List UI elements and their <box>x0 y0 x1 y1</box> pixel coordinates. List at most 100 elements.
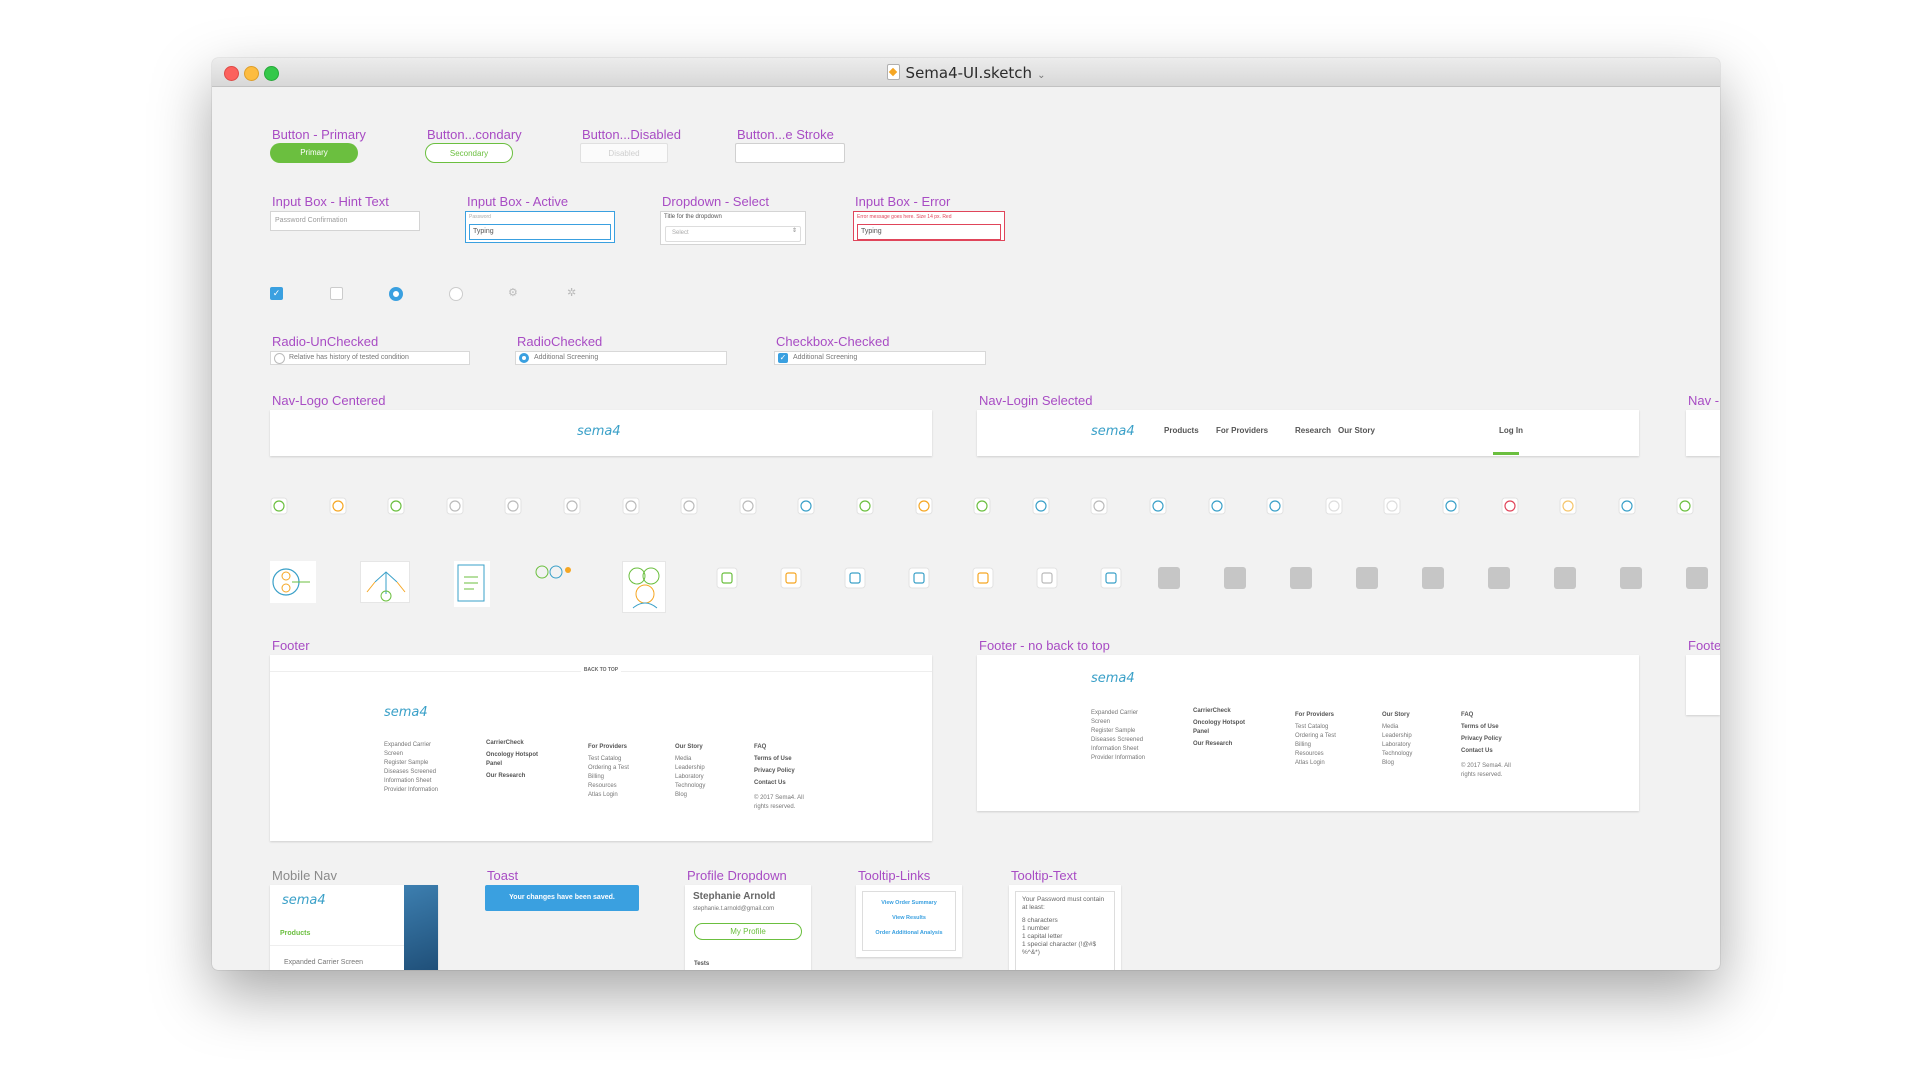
radio-unchecked-icon[interactable] <box>449 287 463 301</box>
minus-circle-icon[interactable] <box>387 497 405 515</box>
mobile-nav-logo[interactable]: sema4 <box>282 893 326 908</box>
footer-link[interactable]: Resources <box>1295 750 1351 759</box>
footer-link[interactable]: Media <box>1382 723 1432 732</box>
artboard-label-nav-cut[interactable]: Nav - wi <box>1688 393 1720 408</box>
key-icon[interactable] <box>972 567 994 589</box>
footer-link[interactable]: Oncology Hotspot Panel <box>486 751 546 769</box>
footer-link[interactable]: Information Sheet <box>384 777 444 786</box>
radio-checked-icon[interactable] <box>389 287 403 301</box>
artboard-canvas[interactable]: Button - Primary Primary Button...condar… <box>212 87 1720 970</box>
footer-logo[interactable]: sema4 <box>384 705 428 720</box>
artboard-label-nav-login[interactable]: Nav-Login Selected <box>979 393 1092 408</box>
artboard-label-button-secondary[interactable]: Button...condary <box>427 127 522 142</box>
checkbox-unchecked-icon[interactable] <box>330 287 343 300</box>
footer-link[interactable]: Billing <box>588 773 644 782</box>
footer-link[interactable]: Atlas Login <box>1295 759 1351 768</box>
profile-tests-link[interactable]: Tests <box>694 961 709 967</box>
gear-icon[interactable]: ✲ <box>567 286 576 299</box>
arrows-up-icon[interactable] <box>360 561 410 603</box>
mobile-nav-products[interactable]: Products <box>280 930 310 937</box>
artboard-label-tooltip-links[interactable]: Tooltip-Links <box>858 868 930 883</box>
artboard-label-button-primary[interactable]: Button - Primary <box>272 127 366 142</box>
footer-link[interactable]: Oncology Hotspot Panel <box>1193 719 1253 737</box>
location-icon[interactable] <box>1501 497 1519 515</box>
footer-heading[interactable]: FAQ <box>1461 711 1521 720</box>
artboard-label-radio-checked[interactable]: RadioChecked <box>517 334 602 349</box>
info-circle-icon[interactable] <box>504 497 522 515</box>
active-input[interactable]: Password Typing <box>465 211 615 243</box>
checkbox-checked-row[interactable]: ✓ Additional Screening <box>774 351 986 365</box>
footer-link[interactable]: Billing <box>1295 741 1351 750</box>
footer-link[interactable]: Expanded Carrier Screen <box>384 741 444 759</box>
document-title[interactable]: Sema4-UI.sketch ⌄ <box>212 64 1720 82</box>
footer-link[interactable]: Expanded Carrier Screen <box>1091 709 1151 727</box>
nav-item-for-providers[interactable]: For Providers <box>1216 426 1268 435</box>
footer-link[interactable]: Media <box>675 755 725 764</box>
artboard-label-checkbox-checked[interactable]: Checkbox-Checked <box>776 334 889 349</box>
molecule-icon[interactable] <box>534 561 574 583</box>
artboard-label-button-disabled[interactable]: Button...Disabled <box>582 127 681 142</box>
footer-link[interactable]: Laboratory <box>675 773 725 782</box>
footer-link[interactable]: Information Sheet <box>1091 745 1151 754</box>
artboard-label-radio-unchecked[interactable]: Radio-UnChecked <box>272 334 378 349</box>
artboard-label-profile-dropdown[interactable]: Profile Dropdown <box>687 868 787 883</box>
radio-unchecked-row[interactable]: Relative has history of tested condition <box>270 351 470 365</box>
artboard-label-dropdown[interactable]: Dropdown - Select <box>662 194 769 209</box>
artboard-label-input-error[interactable]: Input Box - Error <box>855 194 950 209</box>
footer-link[interactable]: Test Catalog <box>1295 723 1351 732</box>
add-circle-icon[interactable] <box>1442 497 1460 515</box>
check-gray-icon[interactable] <box>1554 567 1576 589</box>
plus-icon[interactable] <box>1149 497 1167 515</box>
footer-link[interactable]: Technology <box>675 782 725 791</box>
stroke-button[interactable] <box>735 143 845 163</box>
footer-logo[interactable]: sema4 <box>1091 671 1135 686</box>
search-icon[interactable] <box>1032 497 1050 515</box>
family-icon[interactable] <box>622 561 666 613</box>
sema4-logo[interactable]: sema4 <box>1091 424 1135 439</box>
home-icon[interactable] <box>973 497 991 515</box>
clipboard-icon[interactable] <box>622 497 640 515</box>
plus-circle-icon[interactable] <box>329 497 347 515</box>
document-blue-icon[interactable] <box>844 567 866 589</box>
x-circle-icon[interactable] <box>446 497 464 515</box>
primary-button[interactable]: Primary <box>270 143 358 163</box>
dna-flow-icon[interactable] <box>270 561 316 603</box>
artboard-label-input-active[interactable]: Input Box - Active <box>467 194 568 209</box>
tube-icon[interactable] <box>1208 497 1226 515</box>
footer-link[interactable]: Technology <box>1382 750 1432 759</box>
mail-gray-icon[interactable] <box>1422 567 1444 589</box>
user-gray-icon[interactable] <box>1290 567 1312 589</box>
pin-icon[interactable] <box>915 497 933 515</box>
refresh-gray-icon[interactable] <box>1686 567 1708 589</box>
artboard-label-footer[interactable]: Footer <box>272 638 310 653</box>
list-circle-icon[interactable] <box>1036 567 1058 589</box>
key-icon[interactable] <box>780 567 802 589</box>
error-input[interactable]: Error message goes here. Size 14 px. Red… <box>853 211 1005 241</box>
share-gray-icon[interactable] <box>1620 567 1642 589</box>
nav-item-products[interactable]: Products <box>1164 426 1199 435</box>
mail-icon[interactable] <box>1559 497 1577 515</box>
zoom-icon[interactable] <box>1618 497 1636 515</box>
camera-icon[interactable] <box>1090 497 1108 515</box>
footer-link[interactable]: Ordering a Test <box>588 764 644 773</box>
tooltip-link-order-summary[interactable]: View Order Summary <box>863 900 955 906</box>
calendar-icon[interactable] <box>739 497 757 515</box>
footer-link[interactable]: Blog <box>675 791 725 800</box>
mobile-nav-item[interactable]: Expanded Carrier Screen <box>284 959 363 966</box>
menu-gray-icon[interactable] <box>1488 567 1510 589</box>
pen-gray-icon[interactable] <box>1224 567 1246 589</box>
flask-icon[interactable] <box>856 497 874 515</box>
alert-circle-icon[interactable] <box>563 497 581 515</box>
footer-link[interactable]: Test Catalog <box>588 755 644 764</box>
artboard-label-footer-cut[interactable]: Footer - <box>1688 638 1720 653</box>
pencil-icon[interactable] <box>908 567 930 589</box>
blank-icon[interactable] <box>1383 497 1401 515</box>
footer-link[interactable]: Register Sample <box>1091 727 1151 736</box>
radio-checked-row[interactable]: Additional Screening <box>515 351 727 365</box>
footer-link[interactable]: Atlas Login <box>588 791 644 800</box>
artboard-label-tooltip-text[interactable]: Tooltip-Text <box>1011 868 1077 883</box>
list-gray-icon[interactable] <box>1356 567 1378 589</box>
nav-item-our-story[interactable]: Our Story <box>1338 426 1375 435</box>
secondary-button[interactable]: Secondary <box>425 143 513 163</box>
report-doc-icon[interactable] <box>454 561 490 607</box>
